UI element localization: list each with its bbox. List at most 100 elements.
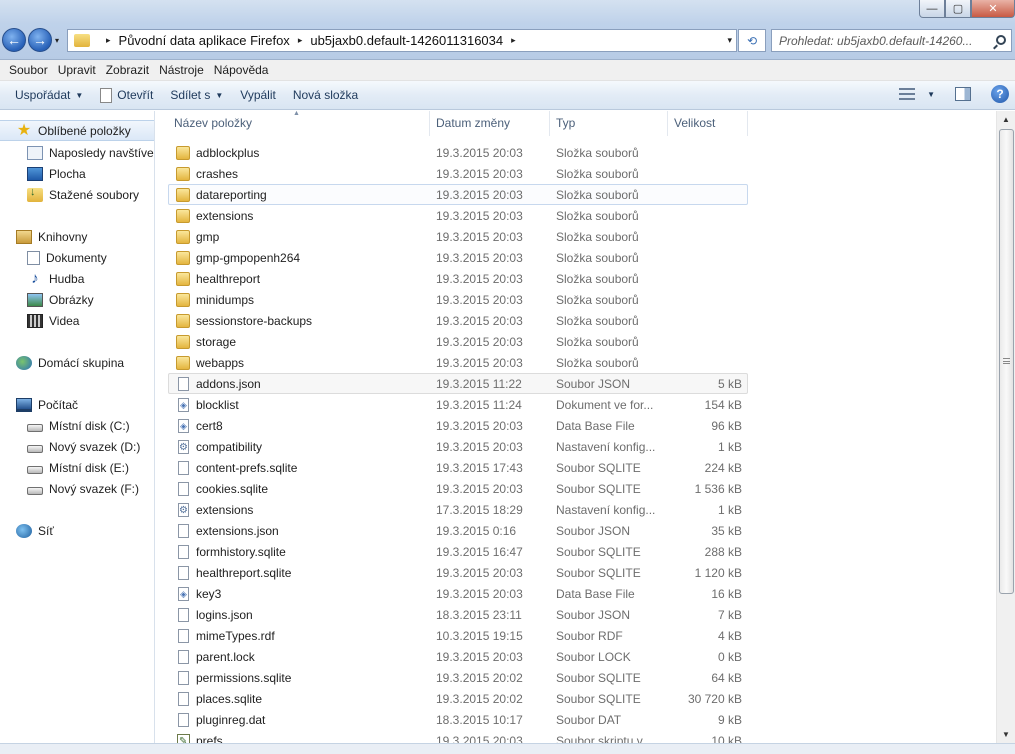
nav-downloads[interactable]: Stažené soubory <box>27 184 139 205</box>
menu-file[interactable]: Soubor <box>4 63 53 77</box>
scrollbar-thumb[interactable] <box>999 129 1014 594</box>
breadcrumb-item[interactable]: ub5jaxb0.default-1426011316034 <box>310 33 503 48</box>
nav-drive-d[interactable]: Nový svazek (D:) <box>27 436 140 457</box>
file-row[interactable]: places.sqlite 19.3.2015 20:02 Soubor SQLIT… <box>168 688 748 709</box>
file-row[interactable]: pluginreg.dat 18.3.2015 10:17 Soubor DAT 9 … <box>168 709 748 730</box>
nav-desktop[interactable]: Plocha <box>27 163 86 184</box>
command-bar: Uspořádat ▼ Otevřít Sdílet s ▼ Vypálit N… <box>0 81 1015 110</box>
address-bar[interactable]: ▸ Původní data aplikace Firefox ▸ ub5jax… <box>67 29 737 52</box>
view-options-icon[interactable] <box>899 88 916 100</box>
file-type: Soubor JSON <box>556 524 631 538</box>
file-row[interactable]: cert8 19.3.2015 20:03 Data Base File 96 kB <box>168 415 748 436</box>
file-row[interactable]: blocklist 19.3.2015 11:24 Dokument ve for.… <box>168 394 748 415</box>
file-row[interactable]: gmp 19.3.2015 20:03 Složka souborů <box>168 226 748 247</box>
menu-tools[interactable]: Nástroje <box>154 63 209 77</box>
nav-documents[interactable]: Dokumenty <box>27 247 107 268</box>
file-icon <box>178 713 189 727</box>
file-type: Data Base File <box>556 419 635 433</box>
file-row[interactable]: permissions.sqlite 19.3.2015 20:02 Soubor … <box>168 667 748 688</box>
nav-homegroup[interactable]: Domácí skupina <box>16 352 124 373</box>
maximize-button[interactable]: ▢ <box>945 0 971 18</box>
folder-icon <box>176 230 190 244</box>
minimize-button[interactable]: — <box>919 0 945 18</box>
file-row[interactable]: parent.lock 19.3.2015 20:03 Soubor LOCK 0 k… <box>168 646 748 667</box>
file-type: Soubor RDF <box>556 629 623 643</box>
file-row[interactable]: logins.json 18.3.2015 23:11 Soubor JSON 7 k… <box>168 604 748 625</box>
file-row[interactable]: mimeTypes.rdf 10.3.2015 19:15 Soubor RDF 4 … <box>168 625 748 646</box>
file-size: 5 kB <box>717 377 742 391</box>
file-row[interactable]: extensions 19.3.2015 20:03 Složka souborů <box>168 205 748 226</box>
file-row[interactable]: addons.json 19.3.2015 11:22 Soubor JSON 5 k… <box>168 373 748 394</box>
breadcrumb-chevron-icon[interactable]: ▸ <box>298 35 303 46</box>
file-row[interactable]: key3 19.3.2015 20:03 Data Base File 16 kB <box>168 583 748 604</box>
file-row[interactable]: healthreport 19.3.2015 20:03 Složka soubor… <box>168 268 748 289</box>
refresh-button[interactable]: ⟲ <box>738 29 766 52</box>
menu-bar: Soubor Upravit Zobrazit Nástroje Nápověd… <box>0 60 1015 81</box>
nav-drive-c[interactable]: Místní disk (C:) <box>27 415 130 436</box>
file-date: 19.3.2015 20:03 <box>436 251 523 265</box>
file-row[interactable]: webapps 19.3.2015 20:03 Složka souborů <box>168 352 748 373</box>
nav-computer[interactable]: Počítač <box>16 394 78 415</box>
recent-places-icon <box>27 145 43 160</box>
vertical-scrollbar[interactable]: ▲ ▼ <box>996 111 1015 743</box>
menu-help[interactable]: Nápověda <box>209 63 274 77</box>
breadcrumb-chevron-icon[interactable]: ▸ <box>106 35 111 46</box>
share-button[interactable]: Sdílet s ▼ <box>163 88 230 102</box>
back-button[interactable]: ← <box>2 28 26 52</box>
menu-view[interactable]: Zobrazit <box>101 63 154 77</box>
file-row[interactable]: adblockplus 19.3.2015 20:03 Složka souborů <box>168 142 748 163</box>
recent-pages-dropdown[interactable]: ▾ <box>55 36 59 45</box>
menu-edit[interactable]: Upravit <box>53 63 101 77</box>
file-type: Soubor JSON <box>556 377 631 391</box>
scroll-up-button[interactable]: ▲ <box>997 111 1015 128</box>
new-folder-button[interactable]: Nová složka <box>286 88 365 102</box>
nav-recent-places[interactable]: Naposledy navštívené <box>27 142 154 163</box>
file-date: 19.3.2015 20:03 <box>436 419 523 433</box>
column-header-date[interactable]: Datum změny <box>430 111 550 136</box>
close-button[interactable]: ✕ <box>971 0 1015 18</box>
open-button[interactable]: Otevřít <box>93 87 160 103</box>
file-size: 288 kB <box>704 545 742 559</box>
file-row[interactable]: healthreport.sqlite 19.3.2015 20:03 Soubor… <box>168 562 748 583</box>
file-row[interactable]: content-prefs.sqlite 19.3.2015 17:43 Soubo… <box>168 457 748 478</box>
file-row[interactable]: extensions 17.3.2015 18:29 Nastavení konfi… <box>168 499 748 520</box>
breadcrumb-item[interactable]: Původní data aplikace Firefox <box>119 33 290 48</box>
file-row[interactable]: crashes 19.3.2015 20:03 Složka souborů <box>168 163 748 184</box>
file-row[interactable]: sessionstore-backups 19.3.2015 20:03 Složk… <box>168 310 748 331</box>
file-row[interactable]: datareporting 19.3.2015 20:03 Složka soubo… <box>168 184 748 205</box>
search-input[interactable]: Prohledat: ub5jaxb0.default-14260... <box>771 29 1012 52</box>
scroll-down-button[interactable]: ▼ <box>997 726 1015 743</box>
address-dropdown-icon[interactable]: ▾ <box>727 35 732 46</box>
chevron-down-icon[interactable]: ▼ <box>927 90 935 99</box>
file-row[interactable]: storage 19.3.2015 20:03 Složka souborů <box>168 331 748 352</box>
forward-button[interactable]: → <box>28 28 52 52</box>
preview-pane-icon[interactable] <box>955 87 971 101</box>
file-row[interactable]: extensions.json 19.3.2015 0:16 Soubor JSON… <box>168 520 748 541</box>
nav-music[interactable]: ♪ Hudba <box>27 268 84 289</box>
folder-icon <box>176 314 190 328</box>
file-row[interactable]: gmp-gmpopenh264 19.3.2015 20:03 Složka sou… <box>168 247 748 268</box>
nav-pictures[interactable]: Obrázky <box>27 289 94 310</box>
chevron-down-icon: ▼ <box>75 90 84 100</box>
file-date: 19.3.2015 20:03 <box>436 146 523 160</box>
file-row[interactable]: cookies.sqlite 19.3.2015 20:03 Soubor SQLI… <box>168 478 748 499</box>
nav-drive-e[interactable]: Místní disk (E:) <box>27 457 129 478</box>
documents-icon <box>27 250 40 265</box>
file-row[interactable]: minidumps 19.3.2015 20:03 Složka souborů <box>168 289 748 310</box>
breadcrumb-chevron-icon[interactable]: ▸ <box>511 35 516 46</box>
file-date: 19.3.2015 20:03 <box>436 335 523 349</box>
nav-drive-f[interactable]: Nový svazek (F:) <box>27 478 139 499</box>
file-size: 4 kB <box>717 629 742 643</box>
file-row[interactable]: compatibility 19.3.2015 20:03 Nastavení ko… <box>168 436 748 457</box>
column-header-type[interactable]: Typ <box>550 111 668 136</box>
burn-button[interactable]: Vypálit <box>233 88 283 102</box>
nav-network[interactable]: Síť <box>16 520 54 541</box>
column-header-size[interactable]: Velikost <box>668 111 748 136</box>
file-row[interactable]: formhistory.sqlite 19.3.2015 16:47 Soubor … <box>168 541 748 562</box>
organize-button[interactable]: Uspořádat ▼ <box>8 88 90 102</box>
nav-videos[interactable]: Videa <box>27 310 79 331</box>
nav-favorites[interactable]: ★ Oblíbené položky <box>0 120 154 141</box>
help-icon[interactable]: ? <box>991 85 1009 103</box>
nav-libraries[interactable]: Knihovny <box>16 226 87 247</box>
search-icon[interactable] <box>996 35 1006 45</box>
